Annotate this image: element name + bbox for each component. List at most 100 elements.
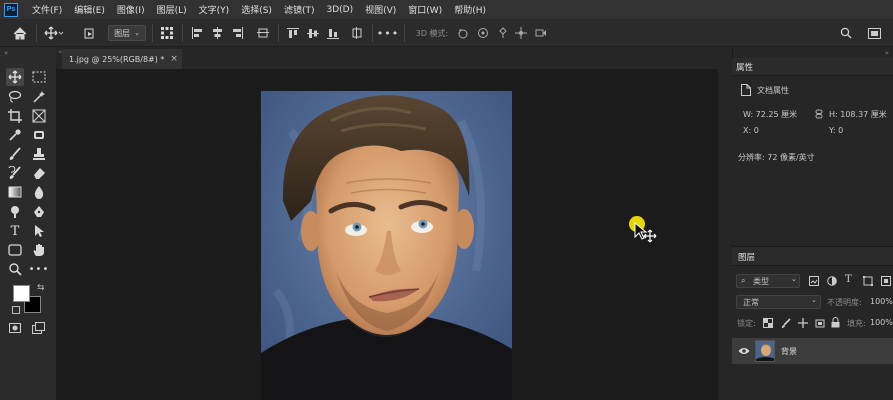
- align-top-icon[interactable]: [286, 25, 300, 41]
- zoom-tool[interactable]: [6, 260, 24, 278]
- home-icon[interactable]: [12, 25, 28, 41]
- 3d-drag-icon[interactable]: [496, 25, 510, 41]
- chevron-down-icon: ⌄: [811, 296, 817, 304]
- chevron-down-icon: ⌄: [791, 275, 797, 283]
- layers-tab[interactable]: 图层: [738, 251, 755, 263]
- swap-colors-icon[interactable]: ⇆: [37, 283, 45, 293]
- height-value[interactable]: H: 108.37 厘米: [829, 109, 887, 120]
- filter-smart-object-icon[interactable]: [881, 276, 891, 289]
- default-colors-icon[interactable]: [12, 306, 20, 314]
- lasso-tool[interactable]: [6, 88, 24, 106]
- collapse-arrows-icon[interactable]: «: [4, 49, 8, 57]
- chevron-down-icon: ⌄: [134, 29, 140, 37]
- workspace-icon[interactable]: [866, 25, 882, 41]
- align-bottom-icon[interactable]: [326, 25, 340, 41]
- document-image[interactable]: [261, 91, 512, 400]
- separator: [404, 24, 405, 42]
- filter-type-icon[interactable]: T: [845, 274, 852, 285]
- layer-row[interactable]: 背景: [732, 338, 893, 364]
- link-icon[interactable]: [815, 109, 823, 122]
- crop-tool[interactable]: [6, 107, 24, 125]
- lock-all-icon[interactable]: [831, 317, 840, 331]
- eyedropper-tool[interactable]: [6, 126, 24, 144]
- collapse-arrows-icon[interactable]: »: [885, 49, 889, 57]
- 3d-roll-icon[interactable]: [476, 25, 490, 41]
- align-left-icon[interactable]: [190, 25, 204, 41]
- separator: [278, 24, 279, 42]
- foreground-color-swatch[interactable]: [13, 285, 30, 302]
- 3d-scale-icon[interactable]: [534, 25, 548, 41]
- menu-image[interactable]: 图像(I): [111, 3, 151, 16]
- menu-help[interactable]: 帮助(H): [448, 3, 492, 16]
- brush-tool[interactable]: [6, 145, 24, 163]
- frame-tool[interactable]: [30, 107, 48, 125]
- menu-window[interactable]: 窗口(W): [402, 3, 448, 16]
- pen-tool[interactable]: [30, 203, 48, 221]
- layer-filter-kind-label: 类型: [753, 277, 769, 286]
- menu-file[interactable]: 文件(F): [26, 3, 68, 16]
- opacity-value[interactable]: 100%: [870, 297, 893, 306]
- dodge-tool[interactable]: [6, 203, 24, 221]
- 3d-orbit-icon[interactable]: [456, 25, 470, 41]
- menu-view[interactable]: 视图(V): [359, 3, 402, 16]
- filter-shape-icon[interactable]: [863, 276, 873, 289]
- type-tool-icon: T: [10, 223, 20, 239]
- fill-value[interactable]: 100%: [870, 318, 893, 327]
- layer-filter-kind-dropdown[interactable]: ⌕ 类型 ⌄: [736, 274, 800, 288]
- blend-mode-dropdown[interactable]: 正常 ⌄: [736, 295, 821, 309]
- quick-mask-icon[interactable]: [9, 323, 21, 336]
- properties-tab[interactable]: 属性: [736, 61, 753, 73]
- align-right-icon[interactable]: [230, 25, 244, 41]
- document-tab[interactable]: 1.jpg @ 25%(RGB/8#) * ×: [62, 49, 182, 69]
- move-tool-icon[interactable]: [42, 25, 66, 41]
- lock-artboard-icon[interactable]: [815, 318, 825, 331]
- history-brush-tool[interactable]: [6, 164, 24, 182]
- type-tool[interactable]: T: [6, 222, 24, 240]
- more-tools-icon[interactable]: •••: [29, 260, 49, 278]
- menu-filter[interactable]: 滤镜(T): [278, 3, 321, 16]
- transform-controls-icon[interactable]: [160, 25, 174, 41]
- lock-position-icon[interactable]: [798, 318, 808, 331]
- eraser-tool[interactable]: [30, 164, 48, 182]
- blur-tool[interactable]: [30, 183, 48, 201]
- marquee-tool[interactable]: [30, 68, 48, 86]
- 3d-slide-icon[interactable]: [514, 25, 528, 41]
- stamp-tool[interactable]: [30, 145, 48, 163]
- filter-adjustment-icon[interactable]: [827, 276, 837, 289]
- separator: [182, 24, 183, 42]
- auto-select-icon[interactable]: [82, 25, 98, 41]
- auto-select-target-dropdown[interactable]: 图层 ⌄: [108, 25, 146, 41]
- search-icon[interactable]: [838, 25, 854, 41]
- menu-select[interactable]: 选择(S): [235, 3, 278, 16]
- rectangle-tool[interactable]: [6, 241, 24, 259]
- eye-icon[interactable]: [738, 347, 750, 358]
- distribute-icon[interactable]: [256, 25, 270, 41]
- magic-wand-tool[interactable]: [30, 88, 48, 106]
- align-middle-icon[interactable]: [306, 25, 320, 41]
- path-select-tool[interactable]: [30, 222, 48, 240]
- lock-pixels-icon[interactable]: [781, 318, 791, 331]
- close-document-button[interactable]: ×: [170, 54, 178, 64]
- fill-label: 填充:: [847, 319, 866, 328]
- layer-name[interactable]: 背景: [781, 346, 797, 357]
- more-options-icon[interactable]: •••: [377, 25, 398, 41]
- patch-tool[interactable]: [30, 126, 48, 144]
- separator: [36, 24, 37, 42]
- menu-edit[interactable]: 编辑(E): [68, 3, 111, 16]
- search-icon: ⌕: [741, 276, 746, 285]
- distribute-vertical-icon[interactable]: [350, 25, 364, 41]
- y-value[interactable]: Y: 0: [829, 126, 843, 135]
- width-value[interactable]: W: 72.25 厘米: [743, 109, 797, 120]
- hand-tool[interactable]: [30, 241, 48, 259]
- move-tool[interactable]: [6, 68, 24, 86]
- menu-3d[interactable]: 3D(D): [320, 5, 359, 15]
- align-center-icon[interactable]: [210, 25, 224, 41]
- lock-transparent-icon[interactable]: [763, 318, 773, 331]
- menu-layer[interactable]: 图层(L): [151, 3, 193, 16]
- gradient-tool[interactable]: [6, 183, 24, 201]
- menu-type[interactable]: 文字(Y): [193, 3, 236, 16]
- screen-mode-icon[interactable]: [32, 322, 45, 337]
- filter-pixel-icon[interactable]: [809, 276, 819, 289]
- x-value[interactable]: X: 0: [743, 126, 759, 135]
- canvas-scrollbar[interactable]: [718, 69, 732, 400]
